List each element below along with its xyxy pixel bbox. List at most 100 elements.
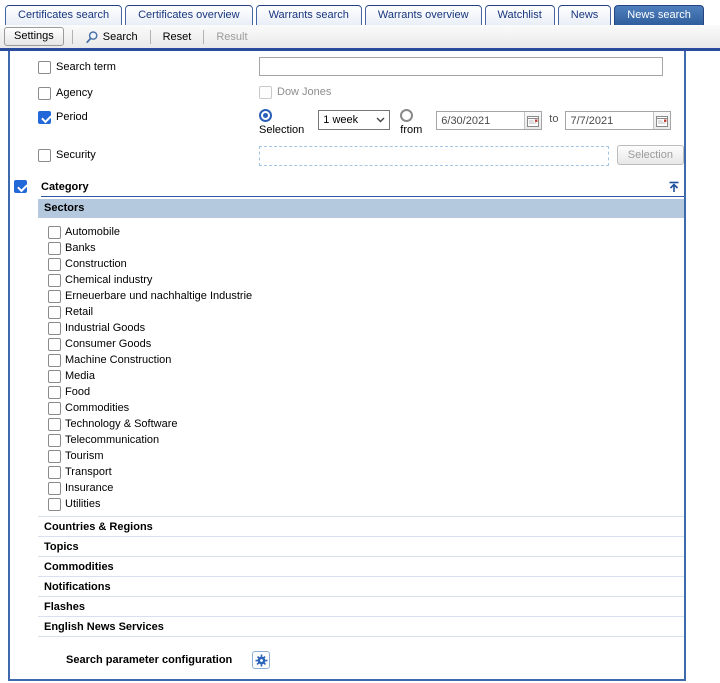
sector-item-label: Machine Construction xyxy=(65,354,171,366)
category-section-header[interactable]: Flashes xyxy=(38,596,684,616)
period-label: Period xyxy=(56,111,88,123)
sector-checkbox[interactable] xyxy=(48,418,61,431)
category-section-header[interactable]: Commodities xyxy=(38,556,684,576)
to-label: to xyxy=(549,113,558,125)
sector-item-label: Insurance xyxy=(65,482,113,494)
sector-item-label: Transport xyxy=(65,466,112,478)
category-checkbox[interactable] xyxy=(14,180,27,193)
period-checkbox[interactable] xyxy=(38,111,51,124)
sector-item[interactable]: Erneuerbare und nachhaltige Industrie xyxy=(48,288,684,304)
sector-item[interactable]: Technology & Software xyxy=(48,416,684,432)
category-section-header[interactable]: Topics xyxy=(38,536,684,556)
search-form-panel: Search term Agency Dow Jones Period xyxy=(8,51,686,681)
search-icon xyxy=(85,30,99,44)
sector-item[interactable]: Tourism xyxy=(48,448,684,464)
tab-warrants-overview[interactable]: Warrants overview xyxy=(365,5,482,25)
reset-button[interactable]: Reset xyxy=(159,29,196,45)
sector-checkbox[interactable] xyxy=(48,274,61,287)
sector-item-label: Industrial Goods xyxy=(65,322,145,334)
sector-item-label: Retail xyxy=(65,306,93,318)
security-label: Security xyxy=(56,149,96,161)
sector-item[interactable]: Retail xyxy=(48,304,684,320)
sector-checkbox[interactable] xyxy=(48,354,61,367)
to-date-field[interactable]: 7/7/2021 xyxy=(565,111,671,130)
sector-item[interactable]: Insurance xyxy=(48,480,684,496)
toolbar-separator xyxy=(203,30,204,44)
sector-item-label: Automobile xyxy=(65,226,120,238)
sector-checkbox[interactable] xyxy=(48,322,61,335)
selection-radio-group: Selection xyxy=(259,109,304,136)
from-radio-label: from xyxy=(400,124,422,136)
sector-item[interactable]: Media xyxy=(48,368,684,384)
sector-item-label: Food xyxy=(65,386,90,398)
category-section-header[interactable]: Countries & Regions xyxy=(38,516,684,536)
sector-checkbox[interactable] xyxy=(48,306,61,319)
sector-item[interactable]: Consumer Goods xyxy=(48,336,684,352)
sector-checkbox[interactable] xyxy=(48,370,61,383)
period-dropdown[interactable]: 1 week xyxy=(318,110,390,130)
sector-item[interactable]: Telecommunication xyxy=(48,432,684,448)
dow-jones-checkbox xyxy=(259,86,272,99)
sector-item[interactable]: Machine Construction xyxy=(48,352,684,368)
category-section-list: Countries & RegionsTopicsCommoditiesNoti… xyxy=(38,516,684,637)
toolbar-separator xyxy=(150,30,151,44)
sector-item[interactable]: Construction xyxy=(48,256,684,272)
gear-icon[interactable] xyxy=(252,651,270,669)
sector-item-label: Utilities xyxy=(65,498,100,510)
search-term-label: Search term xyxy=(56,61,116,73)
sector-item[interactable]: Chemical industry xyxy=(48,272,684,288)
tab-certificates-search[interactable]: Certificates search xyxy=(5,5,122,25)
sector-checkbox[interactable] xyxy=(48,402,61,415)
sector-checkbox[interactable] xyxy=(48,434,61,447)
tab-watchlist[interactable]: Watchlist xyxy=(485,5,555,25)
calendar-icon[interactable] xyxy=(653,112,670,129)
from-date-field[interactable]: 6/30/2021 xyxy=(436,111,542,130)
sector-item-label: Commodities xyxy=(65,402,129,414)
sector-checkbox[interactable] xyxy=(48,242,61,255)
sector-item[interactable]: Commodities xyxy=(48,400,684,416)
tab-certificates-overview[interactable]: Certificates overview xyxy=(125,5,252,25)
security-checkbox[interactable] xyxy=(38,149,51,162)
search-term-checkbox[interactable] xyxy=(38,61,51,74)
category-section-header[interactable]: Notifications xyxy=(38,576,684,596)
sector-checkbox[interactable] xyxy=(48,386,61,399)
tab-news-search[interactable]: News search xyxy=(614,5,704,25)
sector-item[interactable]: Utilities xyxy=(48,496,684,512)
security-selection-field[interactable] xyxy=(259,146,609,166)
sector-checkbox[interactable] xyxy=(48,338,61,351)
sector-item-label: Technology & Software xyxy=(65,418,178,430)
sector-item[interactable]: Banks xyxy=(48,240,684,256)
tab-warrants-search[interactable]: Warrants search xyxy=(256,5,362,25)
toolbar-separator xyxy=(72,30,73,44)
tab-news[interactable]: News xyxy=(558,5,612,25)
sector-item[interactable]: Automobile xyxy=(48,224,684,240)
period-dropdown-value: 1 week xyxy=(323,114,358,126)
sector-item[interactable]: Industrial Goods xyxy=(48,320,684,336)
search-term-input[interactable] xyxy=(259,57,663,76)
security-selection-button[interactable]: Selection xyxy=(617,145,684,165)
sector-item[interactable]: Transport xyxy=(48,464,684,480)
sector-item-label: Media xyxy=(65,370,95,382)
sector-checkbox[interactable] xyxy=(48,226,61,239)
from-radio-group: from xyxy=(400,109,422,136)
search-button[interactable]: Search xyxy=(81,28,142,46)
search-parameter-configuration: Search parameter configuration xyxy=(66,651,684,669)
from-radio[interactable] xyxy=(400,109,413,122)
settings-button[interactable]: Settings xyxy=(4,27,64,46)
sector-checkbox[interactable] xyxy=(48,482,61,495)
selection-radio[interactable] xyxy=(259,109,272,122)
sector-checkbox[interactable] xyxy=(48,258,61,271)
sector-checkbox[interactable] xyxy=(48,466,61,479)
sector-checkbox[interactable] xyxy=(48,290,61,303)
calendar-icon[interactable] xyxy=(524,112,541,129)
sector-item[interactable]: Food xyxy=(48,384,684,400)
sector-checkbox[interactable] xyxy=(48,450,61,463)
sector-checkbox[interactable] xyxy=(48,498,61,511)
collapse-up-icon[interactable] xyxy=(667,180,681,193)
sectors-section-header[interactable]: Sectors xyxy=(38,199,684,218)
search-parameter-configuration-label: Search parameter configuration xyxy=(66,654,252,667)
dow-jones-label: Dow Jones xyxy=(277,86,331,98)
sector-list: Automobile BanksConstructionChemical indu… xyxy=(38,218,684,516)
agency-checkbox[interactable] xyxy=(38,87,51,100)
category-section-header[interactable]: English News Services xyxy=(38,616,684,636)
